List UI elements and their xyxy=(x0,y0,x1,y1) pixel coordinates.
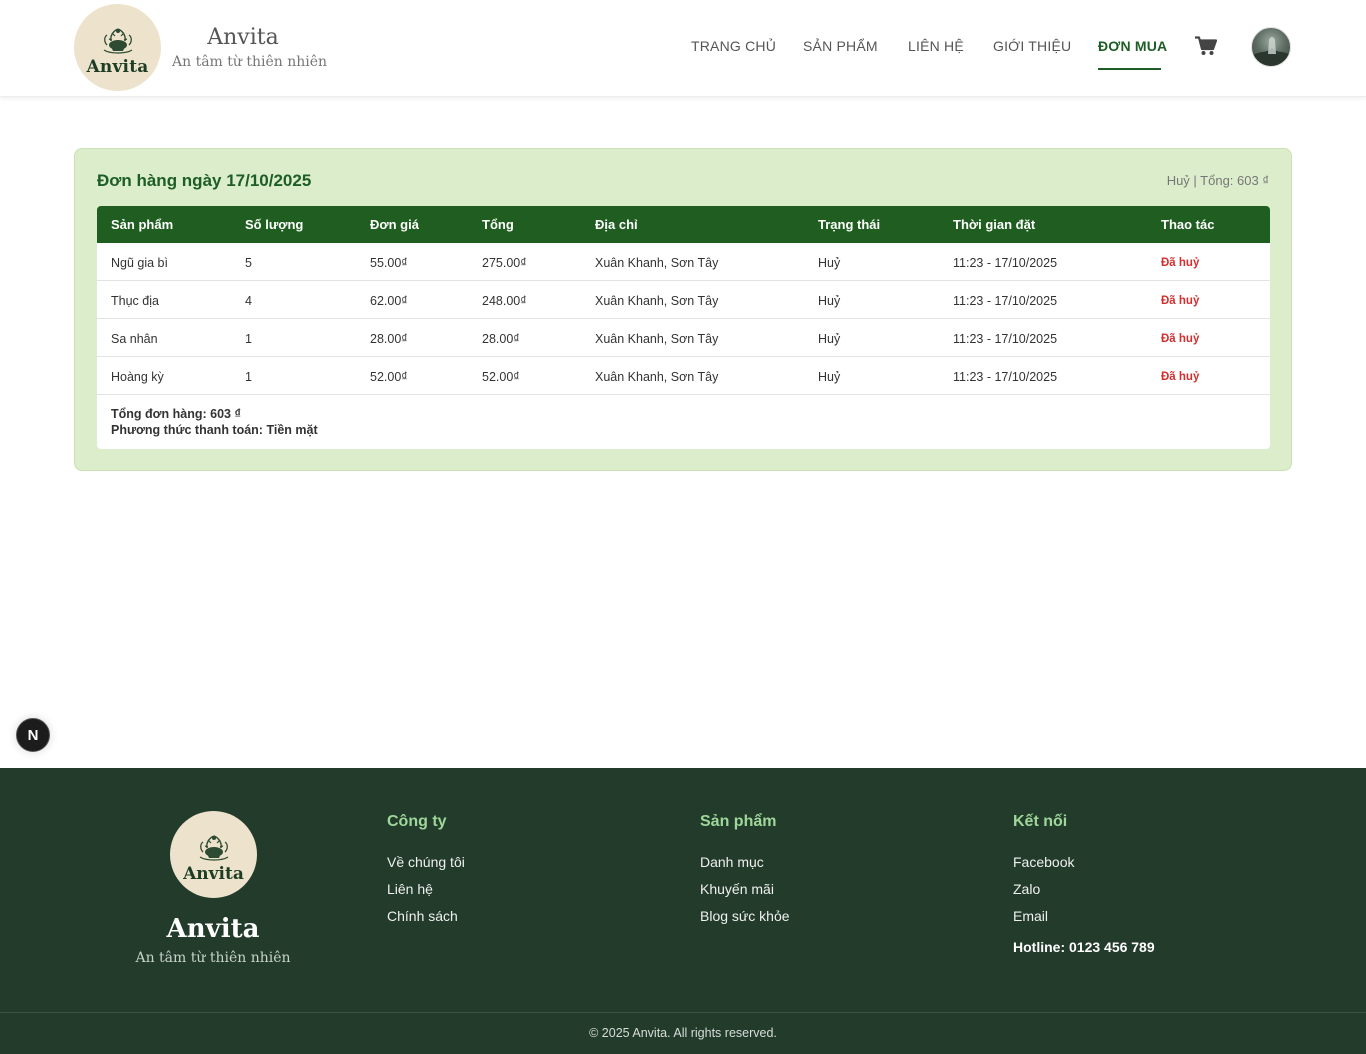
footer-link-promotions[interactable]: Khuyến mãi xyxy=(700,876,790,903)
cell-product: Hoàng kỳ xyxy=(111,370,164,384)
cell-total: 248.00₫ xyxy=(482,294,527,308)
col-header-price: Đơn giá xyxy=(370,217,419,232)
payment-method-text: Phương thức thanh toán: Tiền mặt xyxy=(111,423,318,437)
brand-block[interactable]: Anvita An tâm từ thiên nhiên xyxy=(172,24,328,72)
cell-price: 62.00₫ xyxy=(370,294,408,308)
cell-price: 55.00₫ xyxy=(370,256,408,270)
cell-qty: 1 xyxy=(245,370,252,384)
col-header-action: Thao tác xyxy=(1161,217,1215,232)
cell-address: Xuân Khanh, Sơn Tây xyxy=(595,256,719,270)
footer-divider xyxy=(0,1012,1366,1013)
user-avatar[interactable] xyxy=(1251,27,1291,67)
footer-link-email[interactable]: Email xyxy=(1013,903,1155,930)
cell-status: Huỷ xyxy=(818,332,841,346)
cell-qty: 5 xyxy=(245,256,252,270)
herbal-emblem-icon xyxy=(199,834,228,861)
cell-address: Xuân Khanh, Sơn Tây xyxy=(595,332,719,346)
cell-action-cancelled: Đã huỷ xyxy=(1161,257,1200,269)
footer-link-health-blog[interactable]: Blog sức khỏe xyxy=(700,903,790,930)
col-header-address: Địa chỉ xyxy=(595,217,638,232)
footer-logo[interactable]: Anvita xyxy=(170,811,257,898)
order-table: Sản phẩm Số lượng Đơn giá Tổng Địa chỉ T… xyxy=(97,206,1270,449)
footer-col-products: Sản phẩm Danh mục Khuyến mãi Blog sức kh… xyxy=(700,811,790,930)
nav-item-about[interactable]: GIỚI THIỆU xyxy=(993,38,1071,54)
cell-time: 11:23 - 17/10/2025 xyxy=(953,332,1058,346)
footer-hotline: Hotline: 0123 456 789 xyxy=(1013,939,1155,955)
order-total-text: Tổng đơn hàng: 603 ₫ xyxy=(111,407,241,421)
cell-action-cancelled: Đã huỷ xyxy=(1161,371,1200,383)
col-header-product: Sản phẩm xyxy=(111,217,174,232)
site-header: Anvita Anvita An tâm từ thiên nhiên TRAN… xyxy=(0,0,1366,97)
table-row: Hoàng kỳ 1 52.00₫ 52.00₫ Xuân Khanh, Sơn… xyxy=(97,357,1270,395)
cell-action-cancelled: Đã huỷ xyxy=(1161,333,1200,345)
footer-brand-name: Anvita xyxy=(166,914,260,944)
footer-link-categories[interactable]: Danh mục xyxy=(700,849,790,876)
cell-status: Huỷ xyxy=(818,294,841,308)
cell-total: 275.00₫ xyxy=(482,256,527,270)
avatar-image xyxy=(1252,37,1290,66)
nav-item-home[interactable]: TRANG CHỦ xyxy=(691,38,776,54)
cell-address: Xuân Khanh, Sơn Tây xyxy=(595,294,719,308)
order-summary: Tổng đơn hàng: 603 ₫ Phương thức thanh t… xyxy=(111,406,318,438)
cell-price: 52.00₫ xyxy=(370,370,408,384)
footer-link-contact[interactable]: Liên hệ xyxy=(387,876,465,903)
cell-qty: 1 xyxy=(245,332,252,346)
footer-link-policy[interactable]: Chính sách xyxy=(387,903,465,930)
footer-brand-tagline: An tâm từ thiên nhiên xyxy=(135,950,291,966)
footer-link-zalo[interactable]: Zalo xyxy=(1013,876,1155,903)
logo-text: Anvita xyxy=(86,56,149,77)
footer-link-facebook[interactable]: Facebook xyxy=(1013,849,1155,876)
cell-product: Ngũ gia bì xyxy=(111,256,168,270)
site-logo[interactable]: Anvita xyxy=(74,4,161,91)
cell-action-cancelled: Đã huỷ xyxy=(1161,295,1200,307)
footer-col-title: Sản phẩm xyxy=(700,813,777,830)
cell-address: Xuân Khanh, Sơn Tây xyxy=(595,370,719,384)
table-header: Sản phẩm Số lượng Đơn giá Tổng Địa chỉ T… xyxy=(97,206,1270,243)
footer-col-company: Công ty Về chúng tôi Liên hệ Chính sách xyxy=(387,811,465,930)
herbal-emblem-icon xyxy=(103,27,132,54)
table-row: Ngũ gia bì 5 55.00₫ 275.00₫ Xuân Khanh, … xyxy=(97,243,1270,281)
cell-time: 11:23 - 17/10/2025 xyxy=(953,256,1058,270)
footer-col-connect: Kết nối Facebook Zalo Email Hotline: 012… xyxy=(1013,811,1155,955)
col-header-status: Trạng thái xyxy=(818,217,881,232)
cell-product: Sa nhân xyxy=(111,332,158,346)
brand-tagline: An tâm từ thiên nhiên xyxy=(172,54,328,70)
footer-col-title: Kết nối xyxy=(1013,813,1068,830)
order-status-total: Huỷ | Tổng: 603 ₫ xyxy=(1166,173,1269,188)
cell-total: 28.00₫ xyxy=(482,332,520,346)
footer-copyright: © 2025 Anvita. All rights reserved. xyxy=(589,1026,777,1040)
order-card: Đơn hàng ngày 17/10/2025 Huỷ | Tổng: 603… xyxy=(74,148,1292,471)
cell-time: 11:23 - 17/10/2025 xyxy=(953,370,1058,384)
brand-name: Anvita xyxy=(207,25,279,50)
active-nav-underline xyxy=(1098,68,1161,70)
cart-icon[interactable] xyxy=(1195,36,1217,56)
footer-brand: Anvita An tâm từ thiên nhiên xyxy=(113,912,313,970)
cell-status: Huỷ xyxy=(818,370,841,384)
col-header-total: Tổng xyxy=(482,217,514,232)
col-header-qty: Số lượng xyxy=(245,217,304,232)
cell-time: 11:23 - 17/10/2025 xyxy=(953,294,1058,308)
cell-product: Thục địa xyxy=(111,294,159,308)
cell-qty: 4 xyxy=(245,294,252,308)
footer-link-about-us[interactable]: Về chúng tôi xyxy=(387,849,465,876)
cell-status: Huỷ xyxy=(818,256,841,270)
nav-item-products[interactable]: SẢN PHẨM xyxy=(803,38,878,54)
site-footer: Anvita Anvita An tâm từ thiên nhiên Công… xyxy=(0,768,1366,1054)
order-title: Đơn hàng ngày 17/10/2025 xyxy=(97,171,312,190)
nav-item-contact[interactable]: LIÊN HỆ xyxy=(908,38,964,54)
footer-logo-text: Anvita xyxy=(183,863,244,884)
cell-total: 52.00₫ xyxy=(482,370,520,384)
table-row: Thục địa 4 62.00₫ 248.00₫ Xuân Khanh, Sơ… xyxy=(97,281,1270,319)
table-row: Sa nhân 1 28.00₫ 28.00₫ Xuân Khanh, Sơn … xyxy=(97,319,1270,357)
nextjs-dev-badge[interactable]: N xyxy=(16,718,50,752)
cell-price: 28.00₫ xyxy=(370,332,408,346)
nav-item-orders[interactable]: ĐƠN MUA xyxy=(1098,38,1167,54)
col-header-time: Thời gian đặt xyxy=(953,217,1036,232)
footer-col-title: Công ty xyxy=(387,813,447,830)
